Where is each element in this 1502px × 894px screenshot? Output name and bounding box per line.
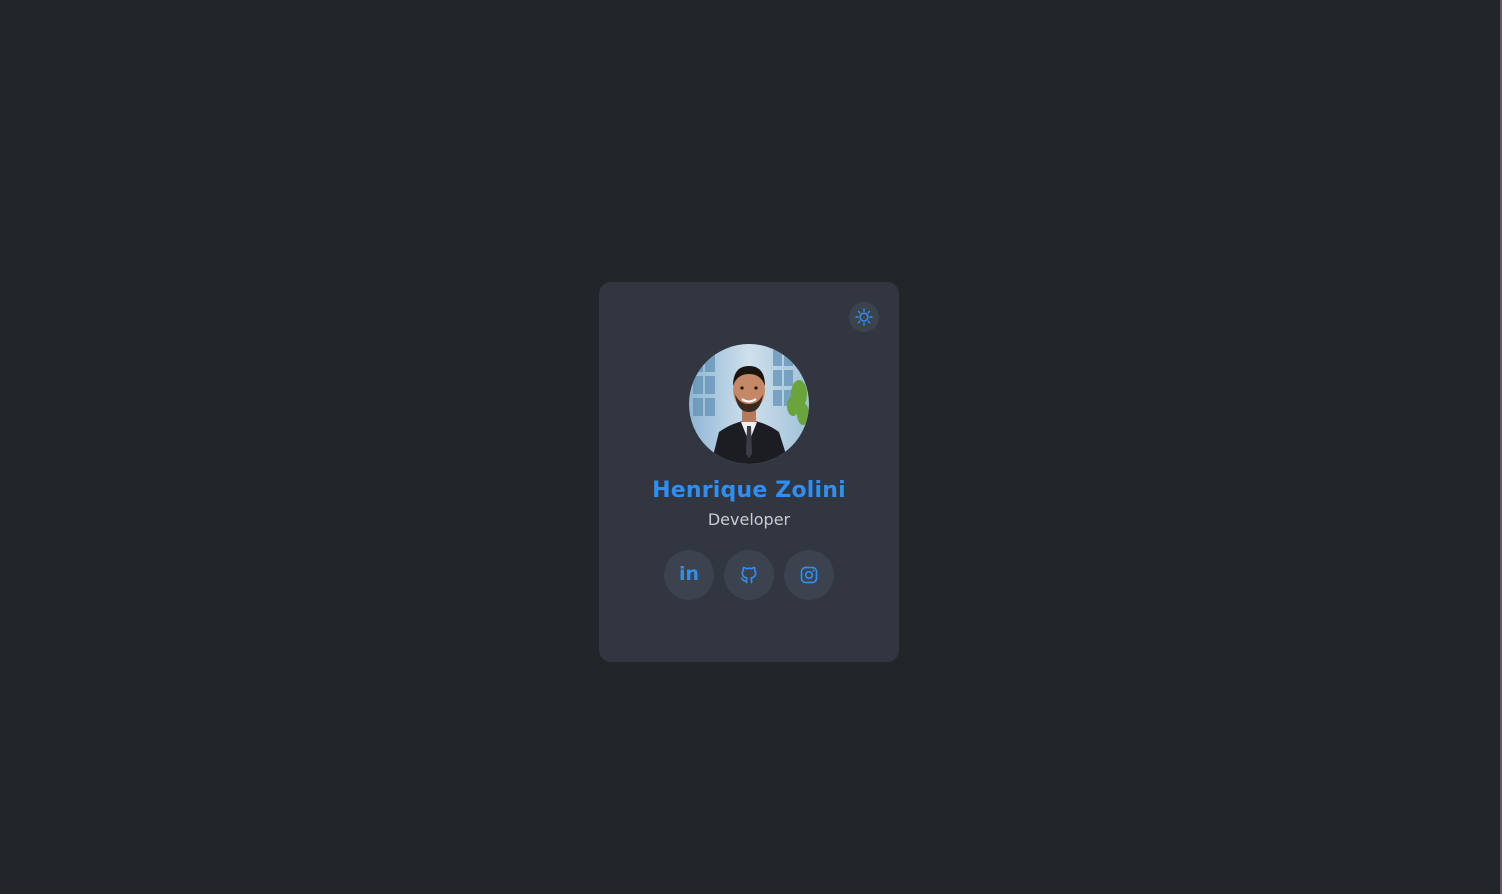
sun-icon xyxy=(855,308,873,326)
github-button[interactable] xyxy=(724,550,774,600)
linkedin-button[interactable]: in xyxy=(664,550,714,600)
instagram-button[interactable] xyxy=(784,550,834,600)
theme-toggle-button[interactable] xyxy=(849,302,879,332)
instagram-icon xyxy=(800,566,818,584)
social-links: in xyxy=(664,550,834,600)
github-icon xyxy=(740,566,757,584)
avatar xyxy=(689,344,809,464)
linkedin-icon: in xyxy=(678,563,700,585)
avatar-photo xyxy=(689,344,809,464)
profile-name: Henrique Zolini xyxy=(652,478,846,503)
profile-card: Henrique Zolini Developer in xyxy=(599,282,899,662)
profile-role: Developer xyxy=(707,510,791,529)
